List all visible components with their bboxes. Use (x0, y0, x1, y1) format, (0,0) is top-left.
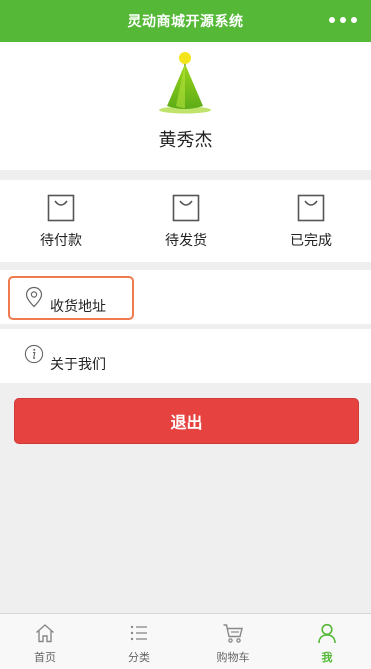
cart-icon (223, 624, 243, 643)
bag-icon (297, 194, 325, 222)
logout-button[interactable]: 退出 (14, 398, 359, 444)
info-icon (24, 344, 44, 364)
list-icon (130, 625, 147, 641)
username: 黄秀杰 (158, 130, 213, 151)
order-status-section: 待付款 待发货 已完成 (0, 180, 371, 262)
bag-icon (47, 194, 75, 222)
tab-me-label: 我 (321, 651, 333, 664)
bag-icon (172, 194, 200, 222)
tab-category-label: 分类 (128, 651, 150, 664)
avatar[interactable] (155, 50, 215, 114)
address-highlight-frame (8, 276, 134, 320)
tab-home[interactable]: 首页 (10, 622, 80, 665)
order-pending-payment-label: 待付款 (40, 233, 82, 249)
bottom-tab-bar: 首页 分类 购物车 我 (0, 613, 371, 669)
ellipsis-icon[interactable] (329, 13, 357, 27)
menu-item-about[interactable]: 关于我们 (0, 329, 371, 383)
order-completed[interactable]: 已完成 (261, 194, 361, 250)
menu-item-about-label: 关于我们 (50, 357, 106, 373)
profile-section: 黄秀杰 (0, 42, 371, 170)
order-completed-label: 已完成 (290, 233, 332, 249)
app-title: 灵动商城开源系统 (127, 14, 244, 30)
order-pending-shipment[interactable]: 待发货 (136, 194, 236, 250)
tab-category[interactable]: 分类 (104, 622, 174, 665)
top-navigation-bar: 灵动商城开源系统 (0, 0, 371, 42)
home-icon (36, 624, 54, 643)
tab-home-label: 首页 (34, 651, 56, 664)
order-pending-shipment-label: 待发货 (165, 233, 207, 249)
tab-me[interactable]: 我 (292, 622, 362, 665)
tab-cart-label: 购物车 (216, 651, 250, 664)
person-icon (318, 623, 336, 644)
tab-cart[interactable]: 购物车 (198, 622, 268, 665)
order-pending-payment[interactable]: 待付款 (11, 194, 111, 250)
